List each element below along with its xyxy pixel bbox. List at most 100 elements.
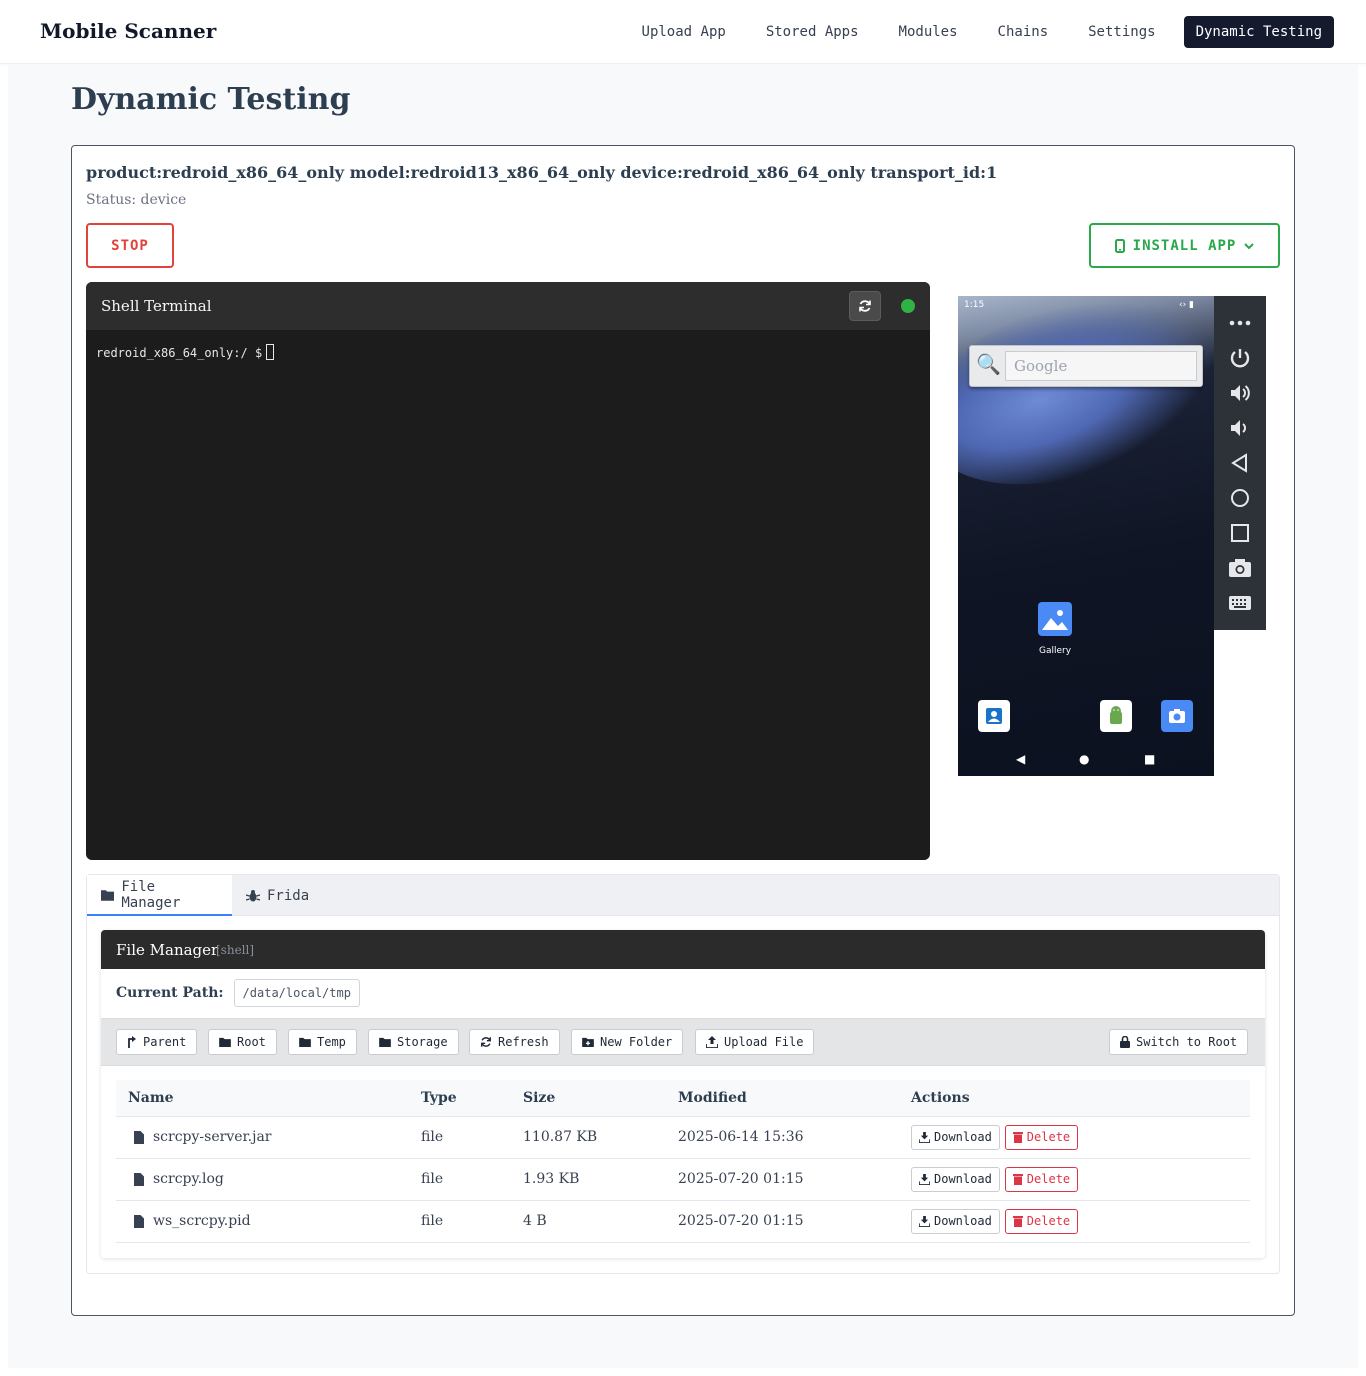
folder-icon — [299, 1037, 311, 1047]
device-screen[interactable]: 1:15 ‹› ▮ 🔍 Google Gallery ◀ ● ■ — [958, 296, 1214, 776]
upload-file-button-label: Upload File — [724, 1035, 804, 1049]
file-size: 4 B — [511, 1200, 666, 1243]
temp-button-label: Temp — [317, 1035, 346, 1049]
top-navbar: Mobile Scanner Upload App Stored Apps Mo… — [0, 0, 1366, 64]
nav-modules[interactable]: Modules — [879, 16, 978, 48]
switch-to-root-label: Switch to Root — [1136, 1035, 1238, 1049]
terminal-header: Shell Terminal — [86, 282, 930, 330]
phone-icon — [1114, 238, 1125, 253]
lock-icon — [1120, 1036, 1130, 1048]
temp-button[interactable]: Temp — [288, 1029, 357, 1055]
refresh-icon — [481, 1037, 491, 1047]
download-icon — [919, 1131, 930, 1143]
delete-button[interactable]: Delete — [1004, 1208, 1079, 1234]
download-icon — [919, 1173, 930, 1185]
root-button[interactable]: Root — [208, 1029, 277, 1055]
file-icon — [134, 1214, 144, 1228]
volume-down-icon[interactable] — [1228, 416, 1252, 440]
brand-title[interactable]: Mobile Scanner — [40, 19, 216, 43]
file-modified: 2025-06-14 15:36 — [666, 1116, 899, 1159]
parent-button-label: Parent — [143, 1035, 187, 1049]
phone-status-icons: ‹› ▮ — [1178, 300, 1194, 310]
power-icon[interactable] — [1228, 346, 1252, 370]
nav-dynamic-testing[interactable]: Dynamic Testing — [1183, 16, 1334, 48]
volume-up-icon[interactable] — [1228, 381, 1252, 405]
page-title: Dynamic Testing — [71, 82, 351, 117]
delete-label: Delete — [1026, 1172, 1071, 1186]
storage-button[interactable]: Storage — [368, 1029, 459, 1055]
recents-icon[interactable] — [1228, 521, 1252, 545]
back-icon[interactable] — [1228, 451, 1252, 475]
current-path-row: Current Path: /data/local/tmp — [116, 979, 360, 1007]
file-modified: 2025-07-20 01:15 — [666, 1200, 899, 1243]
parent-button[interactable]: Parent — [116, 1029, 198, 1055]
download-label: Download — [934, 1214, 992, 1228]
page-body: Dynamic Testing product:redroid_x86_64_o… — [8, 64, 1358, 1368]
keyboard-icon[interactable] — [1228, 591, 1252, 615]
switch-to-root-button[interactable]: Switch to Root — [1109, 1029, 1249, 1055]
file-name[interactable]: ws_scrcpy.pid — [153, 1213, 251, 1229]
delete-label: Delete — [1026, 1130, 1071, 1144]
folder-icon — [379, 1037, 391, 1047]
file-name[interactable]: scrcpy-server.jar — [153, 1129, 272, 1145]
tab-file-manager[interactable]: File Manager — [87, 875, 232, 916]
download-button[interactable]: Download — [911, 1124, 1000, 1150]
download-button[interactable]: Download — [911, 1166, 1000, 1192]
device-info: product:redroid_x86_64_only model:redroi… — [86, 163, 998, 182]
file-type: file — [409, 1116, 511, 1159]
install-app-button[interactable]: INSTALL APP — [1089, 223, 1280, 268]
download-label: Download — [934, 1130, 992, 1144]
delete-label: Delete — [1026, 1214, 1071, 1228]
android-app-icon[interactable] — [1100, 700, 1132, 732]
phone-recents-button[interactable]: ■ — [1144, 752, 1155, 766]
device-control-panel — [1214, 296, 1266, 630]
phone-home-button[interactable]: ● — [1079, 752, 1089, 766]
new-folder-button[interactable]: New Folder — [571, 1029, 684, 1055]
bug-icon — [246, 889, 260, 901]
tools-panel: File Manager Frida File Manager [shell] … — [86, 874, 1280, 1274]
trash-icon — [1012, 1132, 1023, 1143]
google-search-box[interactable]: Google — [1005, 351, 1197, 381]
refresh-button[interactable]: Refresh — [469, 1029, 560, 1055]
column-type: Type — [409, 1080, 511, 1117]
gallery-app-icon[interactable] — [1038, 602, 1072, 636]
upload-file-button[interactable]: Upload File — [695, 1029, 815, 1055]
tab-frida-label: Frida — [267, 887, 310, 904]
device-card: product:redroid_x86_64_only model:redroi… — [71, 145, 1295, 1316]
folder-icon — [101, 889, 115, 901]
file-manager: File Manager [shell] Current Path: /data… — [101, 930, 1265, 1258]
terminal-body[interactable]: redroid_x86_64_only:/ $ — [86, 330, 930, 374]
delete-button[interactable]: Delete — [1004, 1166, 1079, 1192]
camera-app-icon[interactable] — [1161, 700, 1193, 732]
file-toolbar: Parent Root Temp Storage Refresh New Fol… — [101, 1018, 1265, 1066]
file-name[interactable]: scrcpy.log — [153, 1171, 224, 1187]
folder-plus-icon — [582, 1037, 594, 1047]
nav-stored-apps[interactable]: Stored Apps — [746, 16, 879, 48]
level-up-icon — [128, 1036, 136, 1048]
screenshot-camera-icon[interactable] — [1228, 556, 1252, 580]
main-nav: Upload App Stored Apps Modules Chains Se… — [622, 16, 1334, 48]
table-row: ws_scrcpy.pid file 4 B 2025-07-20 01:15 … — [116, 1200, 1250, 1243]
nav-settings[interactable]: Settings — [1068, 16, 1175, 48]
trash-icon — [1012, 1174, 1023, 1185]
file-type: file — [409, 1200, 511, 1243]
phone-back-button[interactable]: ◀ — [1016, 752, 1025, 766]
column-name: Name — [116, 1080, 409, 1117]
new-folder-button-label: New Folder — [600, 1035, 673, 1049]
google-search-widget[interactable]: 🔍 Google — [969, 345, 1203, 387]
tab-frida[interactable]: Frida — [232, 875, 323, 916]
root-button-label: Root — [237, 1035, 266, 1049]
delete-button[interactable]: Delete — [1004, 1124, 1079, 1150]
home-icon[interactable] — [1228, 486, 1252, 510]
stop-button[interactable]: STOP — [86, 223, 174, 268]
nav-upload-app[interactable]: Upload App — [622, 16, 746, 48]
terminal-refresh-button[interactable] — [849, 291, 881, 321]
download-button[interactable]: Download — [911, 1208, 1000, 1234]
contacts-app-icon[interactable] — [978, 700, 1010, 732]
chevron-down-icon — [1244, 242, 1255, 249]
nav-chains[interactable]: Chains — [978, 16, 1069, 48]
file-size: 1.93 KB — [511, 1158, 666, 1201]
more-icon[interactable] — [1228, 311, 1252, 335]
gallery-app-label: Gallery — [1038, 646, 1072, 656]
device-status: Status: device — [86, 192, 187, 208]
